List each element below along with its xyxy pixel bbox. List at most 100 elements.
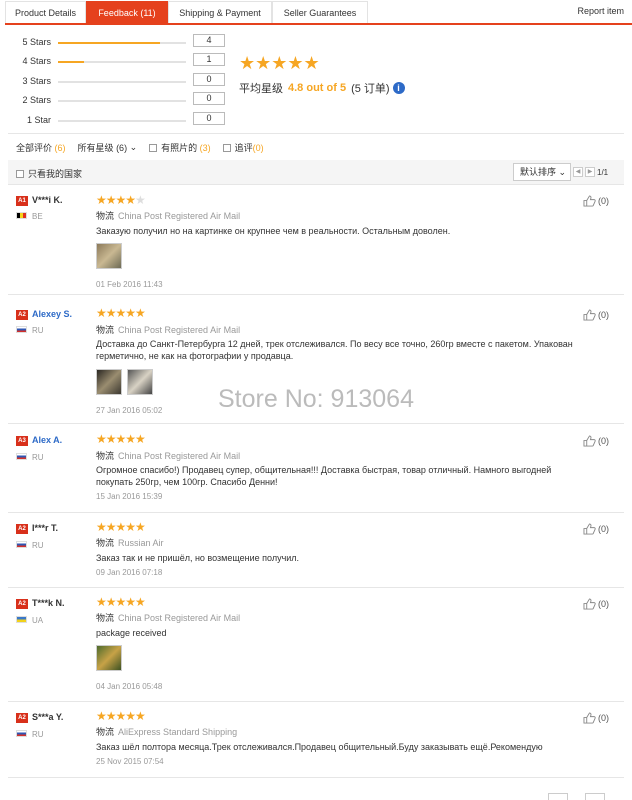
filter-additional[interactable]: 追评 (0) — [222, 141, 264, 154]
filter-with-photos-count: (3) — [199, 142, 211, 153]
histogram-count: 0 — [193, 112, 225, 125]
histogram-row-4: 4 Stars 1 — [0, 53, 230, 68]
thumbs-up-icon — [583, 712, 596, 724]
checkbox-icon[interactable] — [149, 143, 158, 152]
tab-seller-guarantees[interactable]: Seller Guarantees — [272, 1, 368, 24]
buyer-level-badge: A3 — [16, 436, 28, 446]
flag-icon — [16, 730, 27, 737]
flag-icon — [16, 212, 27, 219]
stars-filled: ★★★★★ — [96, 520, 146, 534]
helpful-button[interactable]: (0) — [583, 435, 609, 447]
review-stars: ★★★★★ — [96, 432, 146, 446]
thumbs-up-icon — [583, 309, 596, 321]
shipping-method: 物流 China Post Registered Air Mail — [96, 611, 240, 624]
buyer-level-badge: A1 — [16, 196, 28, 206]
helpful-button[interactable]: (0) — [583, 712, 609, 724]
country-only-filter[interactable]: 只看我的国家 — [16, 167, 82, 180]
review-date: 09 Jan 2016 07:18 — [96, 568, 163, 577]
shipping-method: 物流 China Post Registered Air Mail — [96, 449, 240, 462]
histogram-row-5: 5 Stars 4 — [0, 34, 230, 49]
histogram-fill — [58, 42, 161, 44]
review-stars: ★★★★★ — [96, 193, 146, 207]
tab-shipping-payment[interactable]: Shipping & Payment — [168, 1, 272, 24]
filter-all-label: 全部评价 — [16, 143, 53, 153]
average-stars: ★★★★★ — [239, 53, 320, 73]
info-icon[interactable]: i — [392, 82, 405, 94]
shipping-method: 物流 China Post Registered Air Mail — [96, 323, 240, 336]
bottom-prev-button[interactable] — [548, 793, 568, 800]
buyer-level-badge: A2 — [16, 524, 28, 534]
helpful-button[interactable]: (0) — [583, 523, 609, 535]
flag-icon — [16, 616, 27, 623]
review-photo[interactable] — [127, 369, 153, 395]
sort-dropdown[interactable]: 默认排序 ⌄ — [513, 163, 571, 181]
shipping-value: China Post Registered Air Mail — [118, 325, 241, 335]
review-photo[interactable] — [96, 243, 122, 269]
review-date: 27 Jan 2016 05:02 — [96, 406, 163, 415]
filter-bar: 全部评价 (6) 所有星级 (6) ⌄ 有照片的 (3) 追评 (0) — [16, 141, 276, 154]
filter-all[interactable]: 全部评价 (6) — [16, 141, 66, 154]
review-item: A3 Alex A. RU ★★★★★ 物流 China Post Registe… — [8, 425, 624, 513]
buyer-level-badge: A2 — [16, 599, 28, 609]
average-rating: 平均星级 4.8 out of 5 (5 订单) i — [239, 80, 405, 96]
report-item-link[interactable]: Report item — [577, 6, 624, 16]
shipping-value: AliExpress Standard Shipping — [118, 727, 238, 737]
shipping-method: 物流 AliExpress Standard Shipping — [96, 725, 237, 738]
prev-page-button[interactable]: ◀ — [573, 167, 583, 177]
stars-filled: ★★★★★ — [96, 595, 146, 609]
sort-label: 默认排序 — [520, 167, 557, 177]
buyer-name: I***r T. — [32, 523, 59, 533]
review-item: A2 S***a Y. RU ★★★★★ 物流 AliExpress Standa… — [8, 703, 624, 778]
divider — [8, 133, 624, 134]
review-item: A1 V***i K. BE ★★★★★ 物流 China Post Regist… — [8, 187, 624, 295]
review-text: Заказ шёл полтора месяца.Трек отслеживал… — [96, 742, 543, 752]
shipping-value: China Post Registered Air Mail — [118, 211, 241, 221]
histogram-row-2: 2 Stars 0 — [0, 92, 230, 107]
flag-icon — [16, 326, 27, 333]
buyer-name[interactable]: Alex A. — [32, 435, 62, 445]
review-photo[interactable] — [96, 369, 122, 395]
checkbox-icon[interactable] — [16, 169, 24, 178]
checkbox-icon[interactable] — [222, 143, 231, 152]
histogram-row-1: 1 Star 0 — [0, 112, 230, 127]
filter-all-count: (6) — [54, 142, 66, 153]
thumbs-up-icon — [583, 598, 596, 610]
histogram-count: 0 — [193, 92, 225, 105]
store-watermark: Store No: 913064 — [218, 385, 414, 413]
review-text: package received — [96, 628, 167, 638]
helpful-count: (0) — [598, 713, 609, 723]
flag-icon — [16, 541, 27, 548]
review-photo[interactable] — [96, 645, 122, 671]
histogram-count: 0 — [193, 73, 225, 86]
filter-with-photos[interactable]: 有照片的 (3) — [149, 141, 211, 154]
histogram-label: 4 Stars — [22, 56, 51, 66]
stars-filled: ★★★★ — [96, 193, 136, 207]
helpful-button[interactable]: (0) — [583, 309, 609, 321]
buyer-level-badge: A2 — [16, 713, 28, 723]
shipping-label: 物流 — [96, 613, 115, 623]
bottom-next-button[interactable] — [585, 793, 605, 800]
country-code: UA — [32, 616, 44, 625]
buyer-name[interactable]: Alexey S. — [32, 309, 72, 319]
helpful-button[interactable]: (0) — [583, 598, 609, 610]
average-value: 4.8 out of 5 — [288, 82, 347, 94]
helpful-button[interactable]: (0) — [583, 195, 609, 207]
filter-all-stars[interactable]: 所有星级 (6) ⌄ — [78, 141, 138, 154]
shipping-method: 物流 China Post Registered Air Mail — [96, 209, 240, 222]
review-text: Заказ так и не пришёл, но возмещение пол… — [96, 553, 300, 563]
histogram-row-3: 3 Stars 0 — [0, 73, 230, 88]
histogram-track — [58, 120, 186, 122]
filter-additional-label: 追评 — [234, 143, 253, 153]
histogram-label: 5 Stars — [22, 37, 51, 47]
tab-feedback[interactable]: Feedback (11) — [86, 1, 168, 24]
shipping-label: 物流 — [96, 211, 115, 221]
buyer-name: S***a Y. — [32, 712, 64, 722]
stars-empty: ★ — [135, 193, 146, 207]
average-label: 平均星级 — [239, 83, 283, 95]
review-item: A2 T***k N. UA ★★★★★ 物流 China Post Regist… — [8, 589, 624, 702]
review-stars: ★★★★★ — [96, 709, 146, 723]
tab-underline — [5, 23, 632, 25]
buyer-name: V***i K. — [32, 195, 63, 205]
next-page-button[interactable]: ▶ — [585, 167, 595, 177]
tab-product-details[interactable]: Product Details — [5, 1, 86, 24]
